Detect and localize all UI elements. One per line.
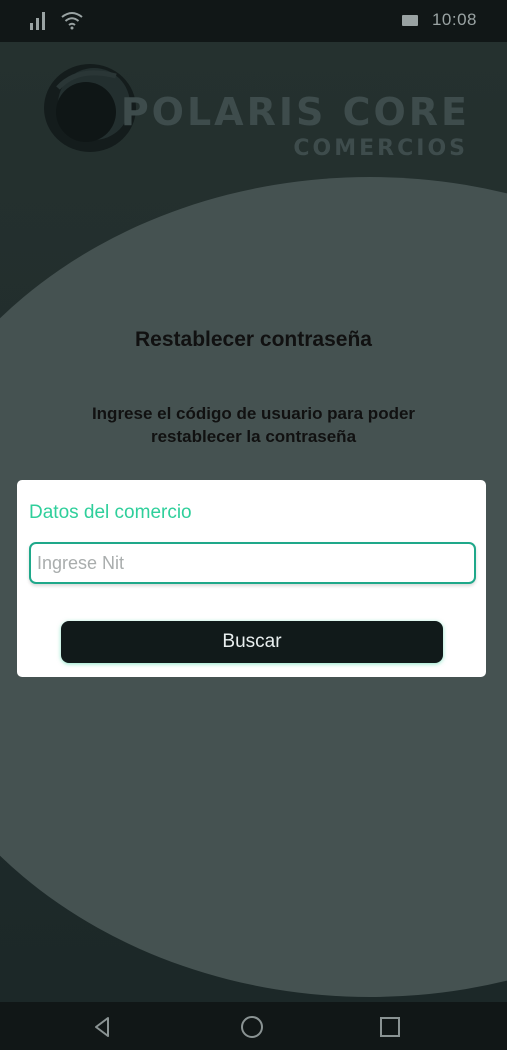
nav-bar — [0, 1002, 507, 1050]
brand-subtitle: COMERCIOS — [293, 136, 468, 161]
nit-input[interactable] — [29, 542, 476, 584]
merchant-card: Datos del comercio Buscar — [17, 480, 486, 677]
page-title: Restablecer contraseña — [135, 328, 372, 351]
status-left — [30, 10, 84, 30]
instructions-text: Ingrese el código de usuario para poder … — [91, 404, 416, 446]
status-right: 10:08 — [401, 10, 477, 30]
wifi-icon — [61, 12, 83, 30]
brand-logo: POLARIS CORE COMERCIOS — [36, 52, 476, 172]
brand-title: POLARIS CORE — [120, 90, 470, 134]
status-bar: 10:08 — [0, 0, 507, 42]
battery-icon — [401, 14, 418, 26]
recents-icon[interactable] — [375, 1012, 405, 1042]
app-background: POLARIS CORE COMERCIOS Restablecer contr… — [0, 42, 507, 1002]
clock: 10:08 — [431, 10, 477, 29]
section-label: Datos del comercio — [29, 502, 192, 523]
signal-icon — [30, 10, 52, 30]
back-icon[interactable] — [88, 1012, 118, 1042]
search-button[interactable]: Buscar — [61, 621, 443, 663]
home-icon[interactable] — [237, 1012, 267, 1042]
